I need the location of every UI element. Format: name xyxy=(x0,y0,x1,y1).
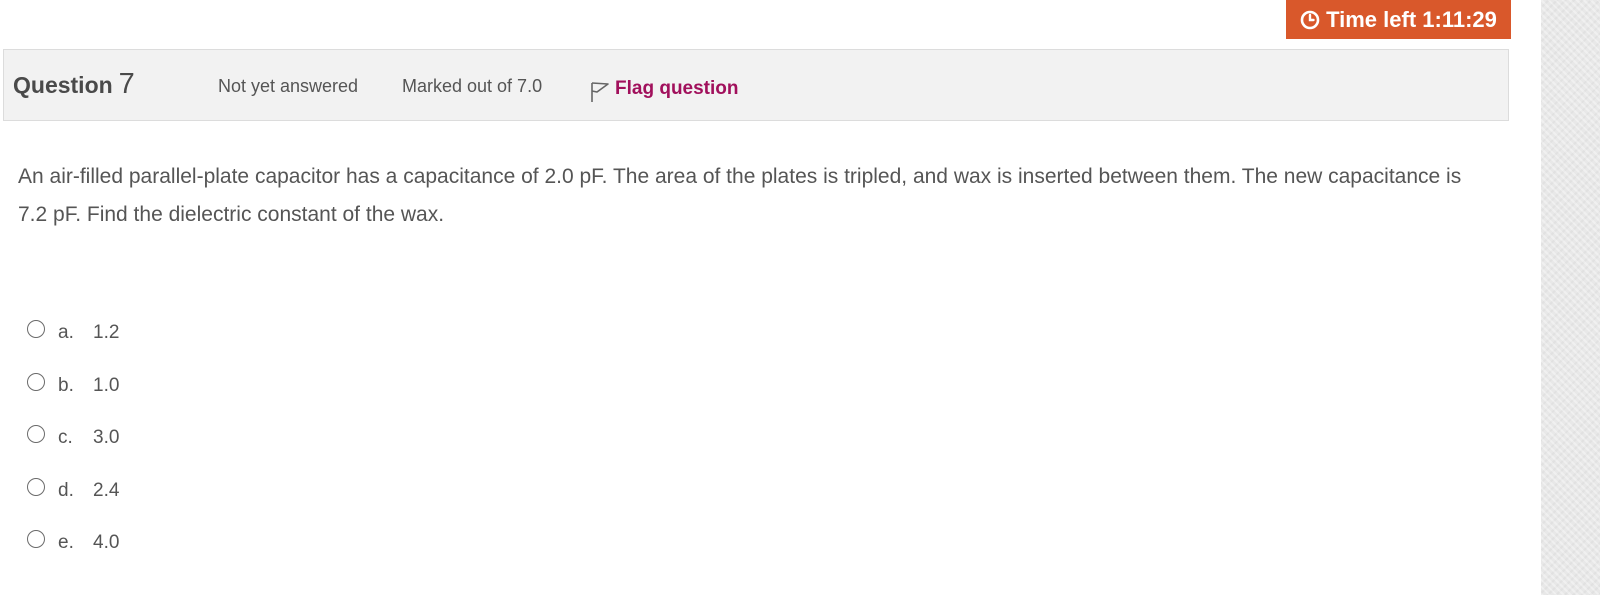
radio-button[interactable] xyxy=(27,530,45,548)
option-value: 4.0 xyxy=(93,532,120,553)
flag-question-label: Flag question xyxy=(615,78,739,99)
option-letter: e. xyxy=(58,532,74,553)
answer-option-c[interactable]: c. 3.0 xyxy=(27,423,119,453)
question-title-word: Question xyxy=(13,72,113,98)
question-heading: Question 7 xyxy=(13,68,135,101)
question-status: Not yet answered xyxy=(218,76,359,96)
page-side-background xyxy=(1541,0,1600,595)
question-text: An air-filled parallel-plate capacitor h… xyxy=(18,165,1462,226)
clock-icon xyxy=(1300,10,1320,30)
option-letter: d. xyxy=(58,480,74,501)
option-value: 2.4 xyxy=(93,480,120,501)
answer-option-e[interactable]: e. 4.0 xyxy=(27,528,119,558)
option-value: 1.0 xyxy=(93,375,120,396)
flag-outline-icon xyxy=(589,80,611,104)
option-value: 3.0 xyxy=(93,427,120,448)
answer-option-a[interactable]: a. 1.2 xyxy=(27,318,119,348)
option-value: 1.2 xyxy=(93,322,120,343)
option-letter: b. xyxy=(58,375,74,396)
question-info-bar: Question 7 Not yet answered Marked out of… xyxy=(3,49,1509,121)
radio-button[interactable] xyxy=(27,320,45,338)
radio-button[interactable] xyxy=(27,425,45,443)
answer-option-b[interactable]: b. 1.0 xyxy=(27,371,119,401)
radio-button[interactable] xyxy=(27,373,45,391)
flag-question-button[interactable]: Flag question xyxy=(589,74,739,104)
question-number: 7 xyxy=(118,68,135,100)
question-marks: Marked out of 7.0 xyxy=(402,76,543,96)
option-letter: c. xyxy=(58,427,73,448)
option-letter: a. xyxy=(58,322,74,343)
answer-option-d[interactable]: d. 2.4 xyxy=(27,476,119,506)
time-left-timer: Time left 1:11:29 xyxy=(1286,0,1511,39)
radio-button[interactable] xyxy=(27,478,45,496)
timer-label: Time left 1:11:29 xyxy=(1326,6,1497,32)
